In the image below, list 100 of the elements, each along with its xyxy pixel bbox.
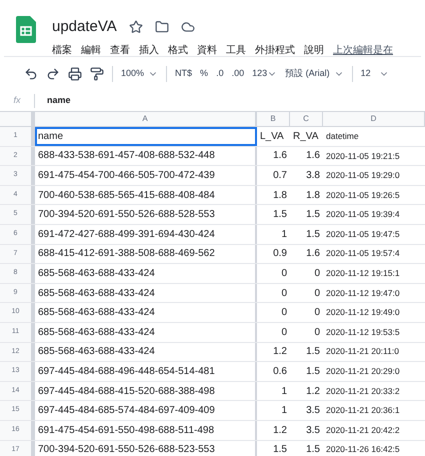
decrease-decimal-button[interactable]: .0 — [216, 67, 224, 81]
table-cell-text: 2020-11-05 19:29:0 — [325, 169, 401, 182]
document-title[interactable]: updateVA — [52, 16, 117, 38]
table-cell-text: 3.5 — [305, 424, 321, 438]
column-header[interactable]: D — [323, 112, 425, 126]
table-cell-text: 2020-11-26 16:42:5 — [325, 443, 401, 456]
column-header[interactable]: A — [35, 112, 257, 126]
zoom-dropdown[interactable]: 100% — [121, 67, 158, 81]
table-cell-text: 2020-11-05 19:57:4 — [325, 247, 401, 260]
table-cell-text: 0 — [313, 326, 321, 340]
table-cell-text: 2020-11-05 19:26:5 — [325, 188, 401, 202]
table-cell-text: 1 — [280, 384, 288, 399]
table-cell: 691-475-454-691-550-498-688-511-498 — [35, 420, 257, 440]
table-cell-text: 2020-11-05 19:47:5 — [325, 228, 401, 241]
table-cell: 697-445-484-688-415-520-688-388-498 — [35, 382, 257, 400]
table-cell-text: 0 — [280, 266, 288, 281]
table-cell-text: 1.6 — [305, 247, 321, 262]
table-cell-text: 1.5 — [305, 228, 321, 242]
table-cell-text: 0.6 — [272, 364, 288, 379]
table-cell-text: 1.5 — [305, 208, 321, 222]
table-cell-text: 2020-11-12 19:49:0 — [325, 306, 401, 320]
table-cell-text: 2020-11-12 19:53:5 — [325, 326, 401, 339]
table-cell-text: 1 — [280, 404, 288, 418]
table-cell-text: 2020-11-21 20:33:2 — [325, 384, 401, 398]
table-cell-text: 0 — [313, 266, 321, 281]
table-cell-text: 1.6 — [272, 149, 288, 164]
table-cell-text: 3.8 — [305, 168, 321, 183]
undo-icon[interactable] — [24, 67, 38, 81]
table-cell-text: 2020-11-12 19:15:1 — [325, 267, 401, 280]
table-cell: 697-445-484-688-496-448-654-514-481 — [35, 362, 257, 381]
table-cell: 685-568-463-688-433-424 — [35, 322, 257, 342]
currency-button[interactable]: NT$ — [175, 67, 192, 81]
menu-item[interactable]: 檔案 — [52, 42, 72, 58]
table-cell-text: 1.2 — [305, 384, 321, 399]
table-cell-text: R_VA — [292, 130, 320, 144]
table-cell-text: L_VA — [259, 130, 285, 144]
table-cell-text: 0 — [313, 286, 321, 301]
column-header[interactable]: B — [257, 112, 290, 126]
increase-decimal-button[interactable]: .00 — [232, 67, 244, 81]
menu-item[interactable]: 格式 — [168, 42, 188, 58]
table-cell: 688-433-538-691-457-408-688-532-448 — [35, 146, 257, 166]
table-cell-text: 0 — [280, 286, 288, 301]
table-cell-text: 2020-11-21 20:42:2 — [325, 424, 401, 437]
table-cell-text: 2020-11-05 19:39:4 — [325, 208, 401, 222]
table-cell: 685-568-463-688-433-424 — [35, 284, 257, 302]
table-cell-text: datetime — [325, 130, 360, 143]
table-cell-text: 1.5 — [272, 443, 288, 456]
table-cell-text: 0 — [280, 306, 288, 320]
table-cell: 700-394-520-691-550-526-688-528-553 — [35, 205, 257, 224]
cloud-icon[interactable] — [180, 20, 195, 34]
table-cell-text: 0 — [313, 306, 321, 320]
font-dropdown[interactable]: 預設 (Arial) — [285, 67, 344, 81]
table-cell-text: 0.7 — [272, 168, 288, 183]
table-cell-text: 1.8 — [305, 188, 321, 203]
number-format-dropdown[interactable]: 123 — [252, 67, 278, 81]
folder-icon[interactable] — [154, 20, 169, 34]
menu-item[interactable]: 資料 — [197, 42, 217, 58]
table-cell-text: 1.8 — [272, 188, 288, 203]
star-icon[interactable] — [128, 20, 143, 34]
paint-format-icon[interactable] — [90, 67, 104, 81]
table-cell: 691-475-454-700-466-505-700-472-439 — [35, 166, 257, 185]
font-size-dropdown[interactable]: 12 — [360, 67, 389, 81]
table-cell-text: 1.5 — [305, 443, 321, 456]
menu-item[interactable]: 查看 — [110, 42, 130, 58]
table-cell: 691-472-427-688-499-391-694-430-424 — [35, 224, 257, 244]
table-cell-text: 1.5 — [272, 208, 288, 222]
column-header[interactable]: C — [290, 112, 323, 126]
table-cell: 685-568-463-688-433-424 — [35, 342, 257, 362]
table-cell-text: 2020-11-21 20:11:0 — [325, 345, 400, 358]
table-cell: 688-415-412-691-388-508-688-469-562 — [35, 244, 257, 264]
menu-item[interactable]: 上次編輯是在 — [333, 42, 393, 58]
menu-item[interactable]: 工具 — [226, 42, 246, 58]
table-cell-text: 0 — [280, 326, 288, 340]
table-cell-text: 1.2 — [272, 424, 288, 438]
spreadsheet-logo-icon[interactable] — [16, 16, 36, 43]
print-icon[interactable] — [68, 67, 82, 81]
percent-button[interactable]: % — [200, 67, 208, 81]
menu-item[interactable]: 外掛程式 — [255, 42, 295, 58]
table-cell-text: 2020-11-05 19:21:5 — [325, 150, 401, 163]
table-cell-text: 0.9 — [272, 247, 288, 262]
formula-field[interactable]: name — [35, 94, 83, 108]
table-cell: 685-568-463-688-433-424 — [35, 264, 257, 283]
table-cell: name — [35, 127, 257, 146]
fx-label: fx — [0, 94, 35, 108]
table-cell-text: 3.5 — [305, 404, 321, 418]
table-cell-text: 2020-11-21 20:36:1 — [325, 404, 401, 418]
table-cell: 697-445-484-685-574-484-697-409-409 — [35, 401, 257, 420]
table-cell: 700-394-520-691-550-526-688-523-553 — [35, 440, 257, 456]
table-cell: 700-460-538-685-565-415-688-408-484 — [35, 186, 257, 204]
table-cell-text: 1.5 — [305, 345, 321, 360]
table-cell: 685-568-463-688-433-424 — [35, 303, 257, 322]
table-cell-text: 2020-11-21 20:29:0 — [325, 365, 401, 378]
table-cell-text: 1 — [280, 228, 288, 242]
table-cell-text: 1.2 — [272, 345, 288, 360]
table-cell-text: 2020-11-12 19:47:0 — [325, 286, 401, 300]
table-cell-text: 1.6 — [305, 149, 321, 164]
menu-item[interactable]: 說明 — [304, 42, 324, 58]
menu-item[interactable]: 插入 — [139, 42, 159, 58]
menu-item[interactable]: 編輯 — [81, 42, 101, 58]
redo-icon[interactable] — [46, 67, 60, 81]
